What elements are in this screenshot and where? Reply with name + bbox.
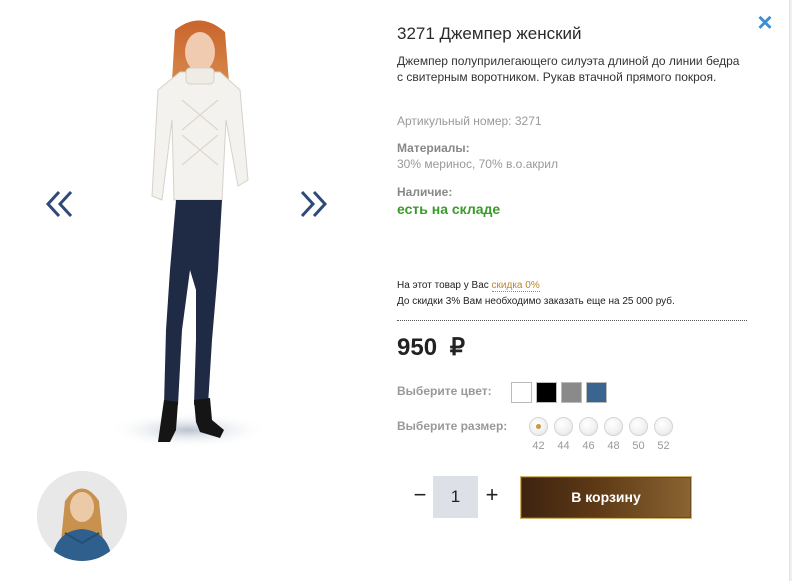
size-options: 42 44 46 48 50 52 <box>529 417 673 452</box>
discount-info: На этот товар у Вас скидка 0% <box>397 280 540 292</box>
divider <box>397 320 747 321</box>
availability-label: Наличие: <box>397 185 453 199</box>
materials-value: 30% меринос, 70% в.о.акрил <box>397 157 558 171</box>
quantity-increase-button[interactable]: + <box>482 480 502 510</box>
color-swatches <box>511 382 607 403</box>
size-option-42[interactable]: 42 <box>529 417 548 452</box>
thumbnail-image <box>37 471 127 561</box>
gallery-prev-button[interactable] <box>45 184 75 224</box>
size-value: 50 <box>632 440 645 452</box>
size-label: Выберите размер: <box>397 419 508 433</box>
color-swatch-black[interactable] <box>536 382 557 403</box>
close-button[interactable]: × <box>754 9 776 35</box>
product-quick-view-modal: × 3271 Джемпер женский Джемпер полуприле… <box>0 0 792 581</box>
quantity-decrease-button[interactable]: − <box>410 480 430 510</box>
size-radio[interactable] <box>554 417 573 436</box>
chevron-double-left-icon <box>45 190 73 218</box>
size-option-52[interactable]: 52 <box>654 417 673 452</box>
size-value: 42 <box>532 440 545 452</box>
price: 950 ₽ <box>397 333 465 362</box>
size-option-48[interactable]: 48 <box>604 417 623 452</box>
price-amount: 950 <box>397 334 438 361</box>
product-description: Джемпер полуприлегающего силуэта длиной … <box>397 54 740 84</box>
size-value: 46 <box>582 440 595 452</box>
size-radio[interactable] <box>629 417 648 436</box>
gallery-thumbnail[interactable] <box>37 471 127 561</box>
discount-threshold-text: До скидки 3% Вам необходимо заказать еще… <box>397 296 675 307</box>
color-swatch-gray[interactable] <box>561 382 582 403</box>
quantity-input[interactable] <box>433 476 478 518</box>
size-value: 52 <box>657 440 670 452</box>
close-icon: × <box>757 7 773 37</box>
product-gallery <box>0 0 380 470</box>
gallery-next-button[interactable] <box>298 184 328 224</box>
materials-label: Материалы: <box>397 141 470 155</box>
product-main-photo <box>108 20 268 448</box>
size-value: 44 <box>557 440 570 452</box>
size-radio[interactable] <box>579 417 598 436</box>
size-option-46[interactable]: 46 <box>579 417 598 452</box>
size-radio[interactable] <box>654 417 673 436</box>
discount-text: На этот товар у Вас <box>397 280 492 291</box>
size-radio[interactable] <box>604 417 623 436</box>
size-value: 48 <box>607 440 620 452</box>
color-swatch-white[interactable] <box>511 382 532 403</box>
chevron-double-right-icon <box>300 190 328 218</box>
currency-symbol: ₽ <box>449 334 465 361</box>
color-label: Выберите цвет: <box>397 384 492 398</box>
availability-status: есть на складе <box>397 201 501 217</box>
size-option-50[interactable]: 50 <box>629 417 648 452</box>
color-swatch-blue[interactable] <box>586 382 607 403</box>
size-radio[interactable] <box>529 417 548 436</box>
discount-link[interactable]: скидка 0% <box>491 280 540 292</box>
size-option-44[interactable]: 44 <box>554 417 573 452</box>
article-number: Артикульный номер: 3271 <box>397 114 542 128</box>
product-title: 3271 Джемпер женский <box>397 24 582 43</box>
add-to-cart-button[interactable]: В корзину <box>520 476 692 519</box>
